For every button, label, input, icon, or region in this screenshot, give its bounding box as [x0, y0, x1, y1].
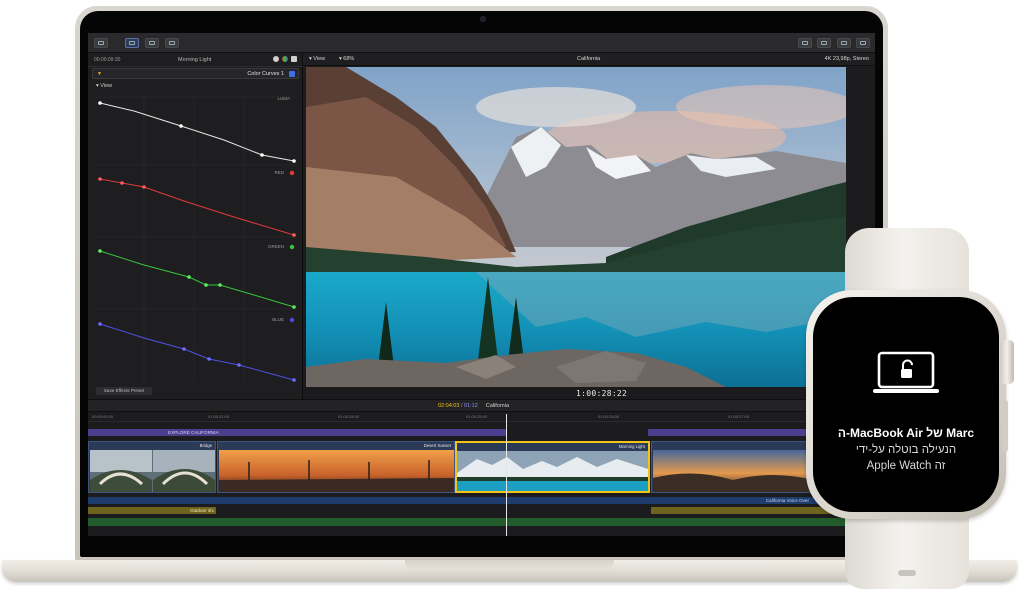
final-cut-pro-window: 00:00:09:30 Morning Light ▼ Color Curves… — [88, 33, 875, 536]
timeline-duration: 01:12 — [464, 403, 478, 409]
libraries-button[interactable] — [125, 38, 139, 48]
inspector-clip-name: Morning Light — [178, 57, 212, 63]
color-icon[interactable] — [282, 56, 288, 62]
grid-icon — [169, 41, 175, 45]
import-icon — [98, 41, 104, 45]
clip-thumbnails — [457, 451, 648, 491]
green-curve[interactable] — [99, 250, 295, 308]
watch-band-pin — [898, 570, 916, 576]
view-section-text: View — [100, 83, 113, 89]
view-section-label: ▾ View — [96, 83, 113, 89]
effect-enabled-checkbox[interactable] — [289, 71, 295, 77]
viewer-footer: 1:00:28:22 — [303, 387, 875, 399]
curve-label-luma: LUMA — [277, 96, 290, 101]
ruler-tick: 01:00:24:00 — [338, 414, 360, 419]
title-clip-label: EXPLORE CALIFORNIA — [168, 430, 219, 435]
watch-screen: ה-MacBook Air של Marc הנעילה בוטלה על-יד… — [813, 297, 999, 512]
save-icon[interactable] — [291, 56, 297, 62]
inspector-timecode: 00:00:09:30 — [94, 57, 121, 63]
red-curve-points[interactable] — [98, 177, 296, 237]
clip-label: Morning Light — [618, 444, 645, 449]
import-button[interactable] — [94, 38, 108, 48]
luma-curve[interactable] — [99, 102, 295, 162]
timeline-toolbar: 02:04:03 / 01:12 California — [88, 399, 875, 412]
primary-storyline: Bridge Desert Sunset Morning Light — [88, 441, 875, 495]
view-menu-label: View — [313, 56, 326, 62]
ruler-tick: 01:00:25:00 — [466, 414, 488, 419]
camera-icon — [480, 16, 486, 22]
keyword-button[interactable] — [798, 38, 812, 48]
timeline-info: 02:04:03 / 01:12 California — [438, 403, 509, 409]
title-clip[interactable] — [88, 429, 506, 436]
app-toolbar — [88, 33, 875, 53]
effect-selector[interactable]: ▼ Color Curves 1 — [92, 68, 299, 79]
curve-label-green: GREEN — [268, 244, 284, 249]
ruler-tick: 01:00:28:00 — [598, 414, 620, 419]
ruler-tick: 01:00:21:00 — [208, 414, 230, 419]
music-audio-clip[interactable] — [88, 518, 875, 526]
viewer-format: 4K 23,98p, Stereo — [824, 56, 869, 62]
ruler-tick: 01:00:27:00 — [728, 414, 750, 419]
clip-label: Desert Sunset — [423, 443, 451, 448]
viewer-header: ▾ View ▾ 68% California 4K 23,98p, Stere… — [303, 53, 875, 66]
watch-unlock-line2: Apple Watch זה — [866, 460, 946, 472]
macbook-opening-notch — [405, 560, 614, 570]
clip-label: Bridge — [199, 443, 212, 448]
curve-label-blue: BLUE — [272, 317, 284, 322]
share-button[interactable] — [856, 38, 870, 48]
download-icon — [860, 41, 866, 45]
ruler-tick: 00:00:00:00 — [92, 414, 114, 419]
viewer-project-name: California — [577, 56, 601, 62]
libraries-icon — [129, 41, 135, 45]
red-curve[interactable] — [99, 178, 295, 236]
check-circle-icon — [821, 41, 827, 45]
clip-thumbnails — [90, 450, 215, 492]
zoom-menu[interactable]: ▾ 68% — [339, 56, 354, 62]
effect-name: Color Curves 1 — [247, 71, 284, 77]
red-channel-dot — [289, 170, 295, 176]
tag-icon — [802, 41, 808, 45]
chevron-down-icon: ▼ — [97, 71, 102, 77]
inspector-toggle-button[interactable] — [837, 38, 851, 48]
watch-unlock-title: ה-MacBook Air של Marc — [837, 426, 975, 440]
key-icon — [841, 41, 847, 45]
digital-crown[interactable] — [1000, 340, 1014, 384]
viewer-timecode: 1:00:28:22 — [576, 389, 628, 398]
background-tasks-button[interactable] — [817, 38, 831, 48]
video-clip-selected[interactable]: Morning Light — [455, 441, 650, 493]
curve-label-red: RED — [274, 170, 284, 175]
voice-over-audio-clip[interactable] — [88, 497, 875, 504]
save-effects-preset-button[interactable]: Save Effects Preset — [96, 387, 152, 395]
photos-button[interactable] — [145, 38, 159, 48]
clip-thumbnails — [219, 450, 454, 492]
blue-channel-dot — [289, 317, 295, 323]
inspector-panel: 00:00:09:30 Morning Light ▼ Color Curves… — [88, 53, 303, 399]
info-icon[interactable] — [273, 56, 279, 62]
sfx-label: Outdoor sfx — [190, 508, 214, 513]
color-curves-editor[interactable]: LUMA RED GREEN BLUE — [94, 93, 297, 383]
timeline-position: 02:04:03 — [438, 403, 460, 409]
video-clip[interactable]: Desert Sunset — [217, 441, 455, 493]
watch-side-button[interactable] — [1002, 400, 1008, 452]
video-clip[interactable]: Bridge — [88, 441, 216, 493]
zoom-value: 68% — [343, 56, 355, 62]
titles-button[interactable] — [165, 38, 179, 48]
view-menu[interactable]: ▾ View — [309, 56, 325, 62]
blue-curve[interactable] — [99, 323, 295, 381]
green-curve-points[interactable] — [98, 249, 296, 309]
playhead[interactable] — [506, 414, 507, 536]
luma-curve-points[interactable] — [98, 101, 296, 163]
viewer-image — [306, 67, 846, 387]
voice-over-label: California Voice Over — [765, 498, 809, 503]
photos-icon — [149, 41, 155, 45]
inspector-tabs — [273, 56, 297, 62]
timeline-ruler[interactable]: 00:00:00:00 01:00:21:00 01:00:24:00 01:0… — [88, 412, 875, 422]
watch-unlock-line1: הנעילה בוטלה על-ידי — [855, 444, 957, 456]
green-channel-dot — [289, 244, 295, 250]
timeline-project-name[interactable]: California — [486, 403, 509, 409]
inspector-header: 00:00:09:30 Morning Light — [88, 53, 303, 67]
laptop-unlocked-icon — [873, 351, 939, 393]
